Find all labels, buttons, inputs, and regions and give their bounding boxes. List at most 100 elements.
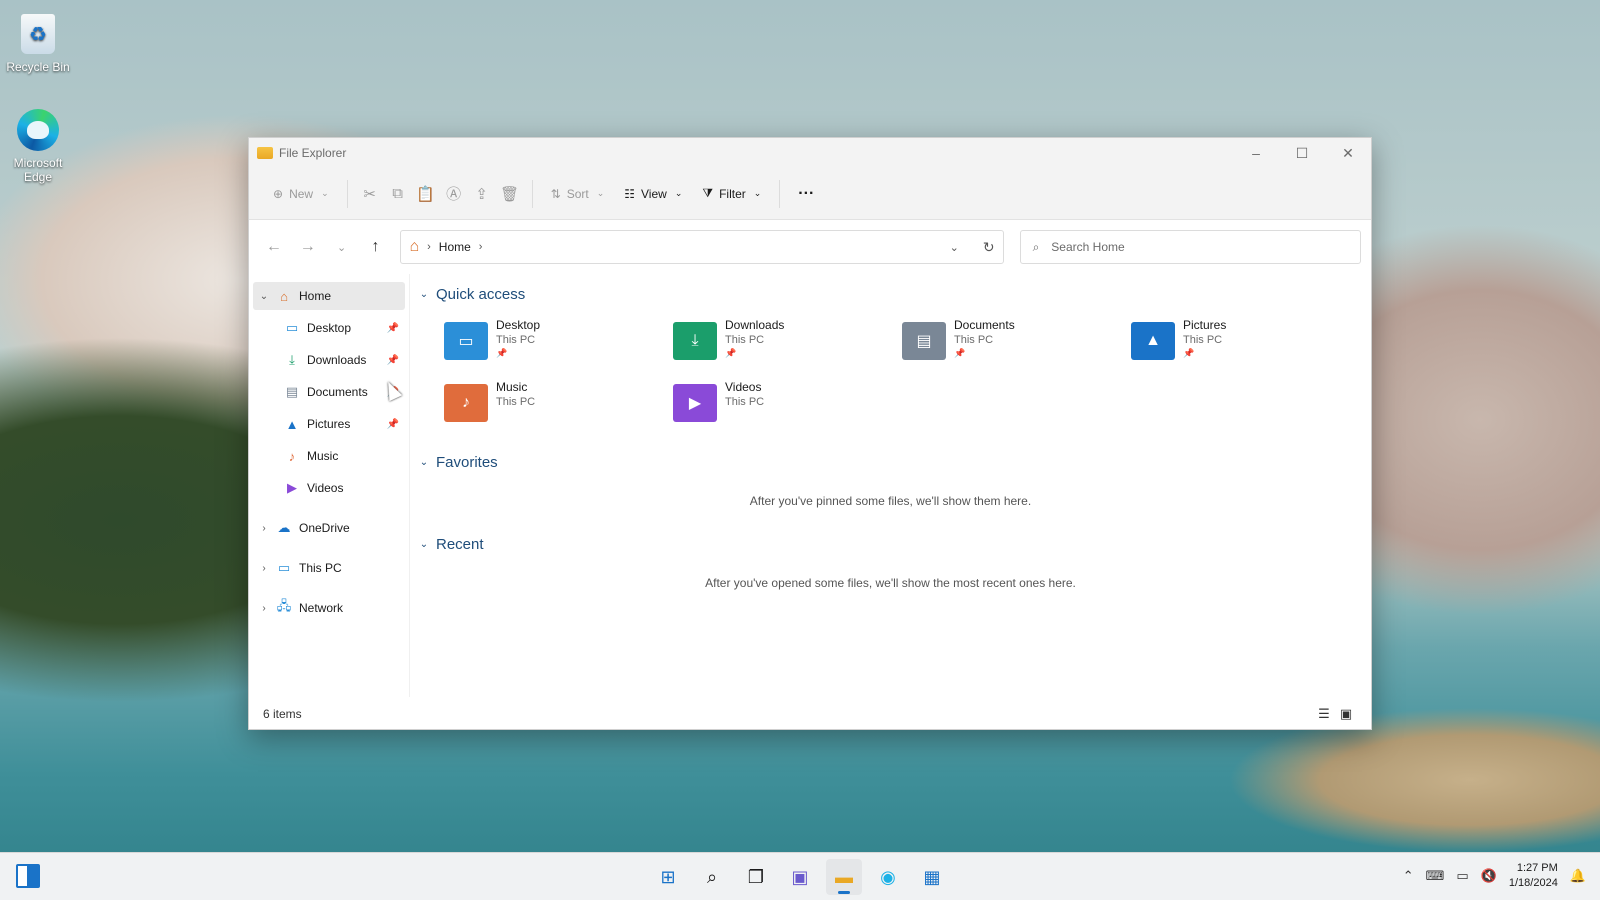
window-title: File Explorer — [279, 146, 347, 160]
sidebar-item-desktop[interactable]: ▭ Desktop 📌 — [253, 314, 405, 342]
video-icon: ▶ — [287, 480, 297, 495]
sort-icon: ⇅ — [550, 186, 561, 201]
sidebar-item-pictures[interactable]: ▲ Pictures 📌 — [253, 410, 405, 438]
chevron-right-icon[interactable]: › — [479, 241, 483, 253]
recycle-bin-shortcut[interactable]: ♻ Recycle Bin — [0, 12, 76, 74]
sidebar-item-home[interactable]: ⌄ ⌂ Home — [253, 282, 405, 310]
view-button[interactable]: ☷ View ⌄ — [614, 178, 692, 210]
recent-header[interactable]: ⌄ Recent — [418, 530, 1363, 558]
quick-access-grid: ▭ Desktop This PC 📌 ⤓ Downloads This PC … — [418, 308, 1363, 448]
quick-access-item-desktop[interactable]: ▭ Desktop This PC 📌 — [444, 318, 673, 368]
edge-icon — [17, 109, 59, 151]
desktop-folder-icon: ▭ — [444, 322, 488, 360]
system-tray: ⌃ ⌨ ▭ 🔇 1:27 PM 1/18/2024 🔔 — [1403, 861, 1586, 891]
item-name: Documents — [954, 318, 1015, 332]
maximize-button[interactable]: ☐ — [1279, 138, 1325, 168]
cut-icon[interactable]: ✂ — [356, 185, 384, 203]
folder-icon — [257, 147, 273, 159]
new-button[interactable]: ⊕ New ⌄ — [263, 178, 339, 210]
volume-icon[interactable]: 🔇 — [1481, 868, 1497, 884]
up-arrow-icon[interactable]: ↑ — [361, 232, 391, 262]
sidebar-item-label: Videos — [307, 481, 344, 495]
sidebar-item-onedrive[interactable]: › ☁ OneDrive — [253, 514, 405, 542]
quick-access-item-music[interactable]: ♪ Music This PC — [444, 380, 673, 430]
sidebar-item-documents[interactable]: ▤ Documents 📌 — [253, 378, 405, 406]
task-view-icon[interactable]: ❐ — [738, 859, 774, 895]
copy-icon[interactable]: ⧉ — [384, 185, 412, 202]
paste-icon[interactable]: 📋 — [412, 185, 440, 203]
quick-access-item-downloads[interactable]: ⤓ Downloads This PC 📌 — [673, 318, 902, 368]
minimize-button[interactable]: – — [1233, 138, 1279, 168]
chevron-right-icon[interactable]: › — [253, 603, 275, 614]
chevron-right-icon[interactable]: › — [253, 563, 275, 574]
widgets-icon[interactable] — [16, 864, 40, 888]
breadcrumb-home[interactable]: Home — [439, 240, 471, 254]
sort-button[interactable]: ⇅ Sort ⌄ — [541, 178, 615, 210]
chevron-right-icon[interactable]: › — [253, 523, 275, 534]
downloads-folder-icon: ⤓ — [673, 322, 717, 360]
navigation-bar: ← → ⌄ ↑ ⌂ › Home › ⌄ ↻ ⌕ Search Home — [249, 220, 1371, 274]
sidebar-item-label: Documents — [307, 385, 368, 399]
recycle-bin-label: Recycle Bin — [6, 60, 70, 74]
search-input[interactable]: Search Home — [1051, 240, 1124, 254]
address-history-icon[interactable]: ⌄ — [950, 241, 959, 254]
quick-access-item-pictures[interactable]: ▲ Pictures This PC 📌 — [1131, 318, 1360, 368]
divider — [779, 179, 781, 208]
pin-icon: 📌 — [954, 348, 966, 358]
rename-icon[interactable]: Ⓐ — [440, 183, 468, 204]
tiles-view-icon[interactable]: ▣ — [1335, 706, 1357, 722]
item-name: Downloads — [725, 318, 785, 332]
sidebar-item-videos[interactable]: ▶ Videos — [253, 474, 405, 502]
address-bar[interactable]: ⌂ › Home › ⌄ ↻ — [400, 230, 1004, 264]
store-icon[interactable]: ▦ — [914, 859, 950, 895]
chevron-down-icon: ⌄ — [419, 538, 429, 550]
sidebar-item-label: Music — [307, 449, 339, 463]
more-options-button[interactable]: ··· — [788, 178, 824, 210]
taskbar-apps: ⊞ ⌕ ❐ ▣ ▬ ◉ ▦ — [650, 859, 950, 895]
search-icon[interactable]: ⌕ — [694, 859, 730, 895]
search-box[interactable]: ⌕ Search Home — [1019, 230, 1362, 264]
title-bar[interactable]: File Explorer – ☐ ✕ — [249, 138, 1371, 168]
back-arrow-icon[interactable]: ← — [259, 232, 289, 262]
sidebar-item-this-pc[interactable]: › ▭ This PC — [253, 554, 405, 582]
sidebar-item-music[interactable]: ♪ Music — [253, 442, 405, 470]
chevron-down-icon: ⌄ — [674, 188, 683, 198]
recent-locations-icon[interactable]: ⌄ — [327, 232, 357, 262]
chevron-down-icon[interactable]: ⌄ — [253, 291, 275, 302]
edge-icon[interactable]: ◉ — [870, 859, 906, 895]
clock[interactable]: 1:27 PM 1/18/2024 — [1509, 861, 1558, 891]
item-location: This PC — [725, 334, 765, 346]
network-icon[interactable]: ▭ — [1456, 868, 1468, 884]
quick-access-item-videos[interactable]: ▶ Videos This PC — [673, 380, 902, 430]
pin-icon: 📌 — [386, 354, 399, 366]
start-icon[interactable]: ⊞ — [650, 859, 686, 895]
quick-access-header[interactable]: ⌄ Quick access — [418, 280, 1363, 308]
sidebar-item-downloads[interactable]: ⤓ Downloads 📌 — [253, 346, 405, 374]
forward-arrow-icon[interactable]: → — [293, 232, 323, 262]
view-icon: ☷ — [624, 186, 636, 201]
chat-icon[interactable]: ▣ — [782, 859, 818, 895]
item-location: This PC — [725, 396, 765, 408]
quick-access-item-documents[interactable]: ▤ Documents This PC 📌 — [902, 318, 1131, 368]
edge-shortcut[interactable]: Microsoft Edge — [0, 108, 76, 184]
item-location: This PC — [496, 334, 536, 346]
more-icon: ··· — [798, 184, 815, 202]
pin-icon: 📌 — [1183, 348, 1195, 358]
onedrive-icon: ☁ — [277, 520, 291, 535]
filter-button[interactable]: ⧩ Filter ⌄ — [692, 178, 771, 210]
keyboard-icon[interactable]: ⌨ — [1426, 868, 1445, 884]
close-button[interactable]: ✕ — [1325, 138, 1371, 168]
sidebar-item-label: Desktop — [307, 321, 352, 335]
chevron-up-icon[interactable]: ⌃ — [1403, 868, 1414, 884]
refresh-icon[interactable]: ↻ — [983, 239, 995, 256]
file-explorer-icon[interactable]: ▬ — [826, 859, 862, 895]
delete-icon[interactable]: 🗑 — [496, 185, 524, 203]
share-icon[interactable]: ⇪ — [468, 185, 496, 203]
notification-icon[interactable]: 🔔 — [1570, 868, 1586, 884]
edge-label: Microsoft Edge — [13, 156, 63, 184]
sidebar-item-network[interactable]: › 🖧 Network — [253, 594, 405, 622]
sort-label: Sort — [566, 186, 589, 201]
favorites-header[interactable]: ⌄ Favorites — [418, 448, 1363, 476]
item-location: This PC — [1183, 334, 1223, 346]
details-view-icon[interactable]: ☰ — [1313, 706, 1335, 722]
